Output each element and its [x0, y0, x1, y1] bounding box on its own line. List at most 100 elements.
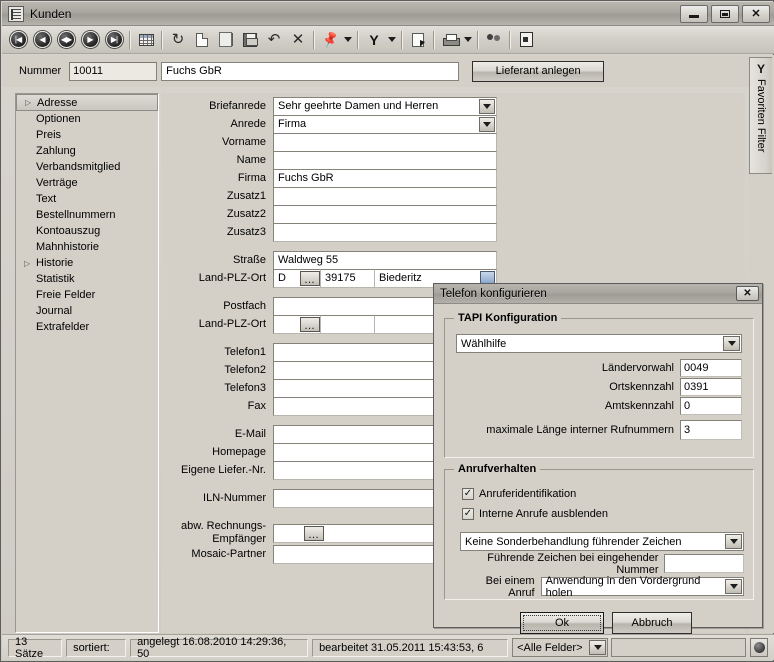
toolbar-separator [313, 30, 315, 49]
next-record-button[interactable]: ▶ [79, 29, 101, 51]
globe-button[interactable] [750, 638, 768, 657]
zusatz2-input[interactable] [273, 205, 497, 224]
land-picker-button[interactable]: … [300, 317, 320, 332]
sort-status: sortiert: [66, 638, 127, 657]
maximize-button[interactable] [711, 5, 739, 23]
favoriten-filter-tab[interactable]: Y Favoriten Filter [749, 57, 772, 174]
minimize-button[interactable] [680, 5, 708, 23]
field-label: Land-PLZ-Ort [198, 272, 266, 284]
firma-input[interactable]: Fuchs GbR [273, 169, 497, 188]
bei-einem-anruf-select[interactable]: Anwendung in den Vordergrund holen [540, 575, 744, 599]
waehlhilfe-select[interactable]: Wählhilfe [456, 334, 742, 353]
contacts-icon [486, 33, 502, 46]
nummer-input[interactable]: 10011 [69, 61, 158, 81]
close-button[interactable]: ✕ [742, 5, 770, 23]
copy-record-button[interactable] [215, 29, 237, 51]
quick-search-input[interactable] [611, 638, 747, 657]
interne-anrufe-checkbox[interactable]: ✓ [462, 508, 474, 520]
pin-button[interactable]: 📌 [319, 29, 341, 51]
chevron-down-icon[interactable] [725, 579, 742, 594]
sidebar-item-historie[interactable]: ▷ Historie [16, 255, 158, 271]
laendervorwahl-input[interactable]: 0049 [680, 359, 742, 377]
name-input[interactable] [273, 151, 497, 170]
last-record-button[interactable]: ▶| [103, 29, 125, 51]
zusatz1-input[interactable] [273, 187, 497, 206]
amtskennzahl-input[interactable]: 0 [680, 397, 742, 415]
chevron-down-icon[interactable] [479, 99, 495, 114]
chevron-down-icon[interactable] [589, 640, 607, 655]
card-button[interactable] [515, 29, 537, 51]
stra-e-input[interactable]: Waldweg 55 [273, 251, 497, 270]
status-bar: 13 Sätze sortiert: angelegt 16.08.2010 1… [2, 634, 774, 660]
max-laenge-input[interactable]: 3 [680, 420, 742, 440]
contacts-button[interactable] [483, 29, 505, 51]
toggle-record-button[interactable]: ◀▶ [55, 29, 77, 51]
ortskennzahl-row: Ortskennzahl 0391 [594, 378, 742, 396]
filter-dropdown-button[interactable] [386, 29, 398, 51]
sidebar-item-extrafelder[interactable]: Extrafelder [16, 319, 158, 335]
plz-input[interactable]: 39175 [321, 269, 375, 288]
land-input[interactable]: … [273, 315, 321, 334]
sidebar-item-statistik[interactable]: Statistik [16, 271, 158, 287]
delete-record-button[interactable]: ✕ [287, 29, 309, 51]
print-button[interactable] [439, 29, 461, 51]
sidebar-item-verbandsmitglied[interactable]: Verbandsmitglied [16, 159, 158, 175]
grid-view-button[interactable] [135, 29, 157, 51]
fuehrende-zeichen-label: Führende Zeichen bei eingehender Nummer [487, 551, 659, 576]
expand-arrow-icon[interactable]: ▷ [24, 259, 36, 268]
anruferidentifikation-row[interactable]: ✓ Anruferidentifikation [462, 488, 576, 500]
sidebar-item-preis[interactable]: Preis [16, 127, 158, 143]
firma-value: Fuchs GbR [278, 172, 334, 184]
save-record-button[interactable] [239, 29, 261, 51]
sidebar-item-freie-felder[interactable]: Freie Felder [16, 287, 158, 303]
field-label: Briefanrede [209, 100, 266, 112]
lieferant-anlegen-button[interactable]: Lieferant anlegen [472, 60, 605, 82]
refresh-button[interactable]: ↻ [167, 29, 189, 51]
vorname-input[interactable] [273, 133, 497, 152]
sonderbehandlung-select[interactable]: Keine Sonderbehandlung führender Zeichen [460, 532, 744, 551]
sidebar-item-text[interactable]: Text [16, 191, 158, 207]
globe-icon [753, 642, 765, 653]
sidebar-item-adresse[interactable]: ▷ Adresse [16, 94, 158, 111]
interne-anrufe-row[interactable]: ✓ Interne Anrufe ausblenden [462, 508, 608, 520]
sidebar-item-bestellnummern[interactable]: Bestellnummern [16, 207, 158, 223]
new-record-button[interactable] [191, 29, 213, 51]
first-record-button[interactable]: |◀ [7, 29, 29, 51]
ortskennzahl-input[interactable]: 0391 [680, 378, 742, 396]
customer-name-input[interactable]: Fuchs GbR [161, 61, 460, 81]
dialog-close-button[interactable]: ✕ [736, 286, 759, 301]
undo-button[interactable]: ↶ [263, 29, 285, 51]
anruferidentifikation-checkbox[interactable]: ✓ [462, 488, 474, 500]
chevron-down-icon[interactable] [479, 117, 495, 132]
fuehrende-zeichen-input[interactable] [664, 554, 744, 573]
anrede-select[interactable]: Firma [273, 115, 497, 134]
field-filter-select[interactable]: <Alle Felder> [512, 638, 609, 657]
field-label: Vorname [221, 136, 266, 148]
sidebar-item-mahnhistorie[interactable]: Mahnhistorie [16, 239, 158, 255]
abbruch-button[interactable]: Abbruch [612, 612, 692, 634]
previous-record-button[interactable]: ◀ [31, 29, 53, 51]
print-dropdown-button[interactable] [462, 29, 474, 51]
briefanrede-select[interactable]: Sehr geehrte Damen und Herren [273, 97, 497, 116]
sidebar-item-vertr-ge[interactable]: Verträge [16, 175, 158, 191]
pin-dropdown-button[interactable] [342, 29, 354, 51]
sidebar-item-journal[interactable]: Journal [16, 303, 158, 319]
document-select-button[interactable] [407, 29, 429, 51]
window-titlebar: Kunden ✕ [2, 2, 774, 26]
chevron-down-icon[interactable] [723, 336, 740, 351]
bei-einem-anruf-label: Bei einem Anruf [485, 574, 535, 599]
rechnungsempfaenger-picker-button[interactable]: … [304, 525, 324, 541]
sidebar-item-optionen[interactable]: Optionen [16, 111, 158, 127]
filter-button[interactable]: Y [363, 29, 385, 51]
expand-arrow-icon[interactable]: ▷ [25, 98, 37, 107]
ok-button[interactable]: Ok [520, 612, 604, 634]
copy-record-icon [219, 32, 233, 47]
sidebar-item-zahlung[interactable]: Zahlung [16, 143, 158, 159]
chevron-down-icon [344, 37, 352, 42]
chevron-down-icon[interactable] [725, 534, 742, 549]
land-picker-button[interactable]: … [300, 271, 320, 286]
sidebar-item-kontoauszug[interactable]: Kontoauszug [16, 223, 158, 239]
zusatz3-input[interactable] [273, 223, 497, 242]
plz-input[interactable] [321, 315, 375, 334]
land-input[interactable]: D… [273, 269, 321, 288]
